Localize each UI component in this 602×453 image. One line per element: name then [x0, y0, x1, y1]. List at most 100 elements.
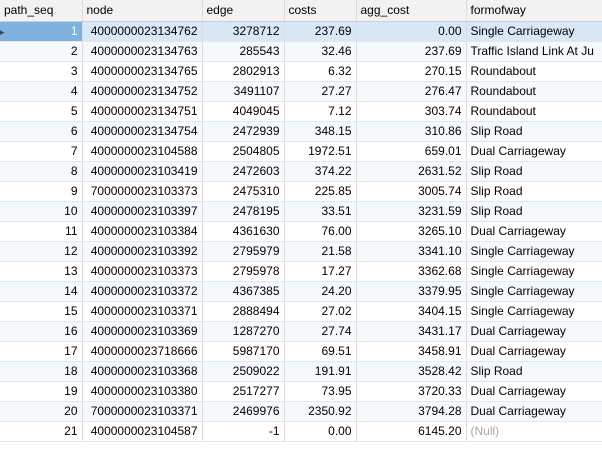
cell-node[interactable]: 4000000023103371 [82, 301, 203, 322]
table-row[interactable]: 1 4000000023134762 3278712 237.69 0.00 Single… [0, 21, 602, 42]
cell-agg-cost[interactable]: 3458.91 [356, 341, 467, 362]
cell-costs[interactable]: 69.51 [284, 341, 357, 362]
cell-edge[interactable]: 2509022 [202, 361, 285, 382]
table-row[interactable]: 5 4000000023134751 4049045 7.12 303.74 Rounda… [0, 101, 602, 122]
cell-costs[interactable]: 7.12 [284, 101, 357, 122]
cell-formofway[interactable]: Slip Road [466, 121, 602, 142]
cell-costs[interactable]: 27.74 [284, 321, 357, 342]
cell-path-seq[interactable]: 10 [0, 201, 83, 222]
table-row[interactable]: 16 4000000023103369 1287270 27.74 3431.17 Dua… [0, 321, 602, 342]
table-row[interactable]: 18 4000000023103368 2509022 191.91 3528.42 Sl… [0, 361, 602, 382]
cell-formofway[interactable]: Slip Road [466, 201, 602, 222]
column-header-agg-cost[interactable]: agg_cost [356, 0, 467, 22]
cell-path-seq[interactable]: 20 [0, 401, 83, 422]
cell-node[interactable]: 4000000023104588 [82, 141, 203, 162]
cell-costs[interactable]: 348.15 [284, 121, 357, 142]
cell-node[interactable]: 4000000023134751 [82, 101, 203, 122]
cell-costs[interactable]: 2350.92 [284, 401, 357, 422]
cell-edge[interactable]: 2475310 [202, 181, 285, 202]
cell-formofway[interactable]: Slip Road [466, 361, 602, 382]
cell-costs[interactable]: 73.95 [284, 381, 357, 402]
cell-node[interactable]: 4000000023104587 [82, 421, 203, 442]
cell-edge[interactable]: 2888494 [202, 301, 285, 322]
cell-costs[interactable]: 27.27 [284, 81, 357, 102]
cell-node[interactable]: 4000000023134754 [82, 121, 203, 142]
cell-formofway[interactable]: Slip Road [466, 181, 602, 202]
table-row[interactable]: 10 4000000023103397 2478195 33.51 3231.59 Sli… [0, 201, 602, 222]
cell-path-seq[interactable]: 13 [0, 261, 83, 282]
cell-edge[interactable]: 4367385 [202, 281, 285, 302]
cell-node[interactable]: 4000000023134765 [82, 61, 203, 82]
cell-formofway[interactable]: Single Carriageway [466, 261, 602, 282]
cell-formofway[interactable]: Dual Carriageway [466, 381, 602, 402]
cell-node[interactable]: 4000000023103397 [82, 201, 203, 222]
table-row[interactable]: 20 7000000023103371 2469976 2350.92 3794.28 D… [0, 401, 602, 422]
cell-node[interactable]: 4000000023718666 [82, 341, 203, 362]
table-row[interactable]: 12 4000000023103392 2795979 21.58 3341.10 Sin… [0, 241, 602, 262]
table-row[interactable]: 15 4000000023103371 2888494 27.02 3404.15 Sin… [0, 301, 602, 322]
table-row[interactable]: 7 4000000023104588 2504805 1972.51 659.01 Dua… [0, 141, 602, 162]
cell-edge[interactable]: -1 [202, 421, 285, 442]
cell-formofway[interactable]: Dual Carriageway [466, 321, 602, 342]
cell-agg-cost[interactable]: 3379.95 [356, 281, 467, 302]
cell-edge[interactable]: 4361630 [202, 221, 285, 242]
cell-edge[interactable]: 2795979 [202, 241, 285, 262]
cell-node[interactable]: 4000000023103384 [82, 221, 203, 242]
cell-agg-cost[interactable]: 270.15 [356, 61, 467, 82]
cell-node[interactable]: 4000000023103369 [82, 321, 203, 342]
table-row[interactable]: 14 4000000023103372 4367385 24.20 3379.95 Sin… [0, 281, 602, 302]
cell-agg-cost[interactable]: 237.69 [356, 41, 467, 62]
cell-node[interactable]: 4000000023134763 [82, 41, 203, 62]
table-row[interactable]: 21 4000000023104587 -1 0.00 6145.20 (Null) [0, 421, 602, 442]
cell-formofway[interactable]: Dual Carriageway [466, 141, 602, 162]
cell-edge[interactable]: 2795978 [202, 261, 285, 282]
cell-costs[interactable]: 237.69 [284, 21, 357, 42]
cell-formofway[interactable]: Traffic Island Link At Ju [466, 41, 602, 62]
cell-formofway[interactable]: Single Carriageway [466, 21, 602, 42]
column-header-formofway[interactable]: formofway [466, 0, 602, 22]
cell-path-seq[interactable]: 12 [0, 241, 83, 262]
table-row[interactable]: 8 4000000023103419 2472603 374.22 2631.52 Sli… [0, 161, 602, 182]
cell-path-seq[interactable]: 19 [0, 381, 83, 402]
cell-agg-cost[interactable]: 303.74 [356, 101, 467, 122]
table-row[interactable]: 6 4000000023134754 2472939 348.15 310.86 Slip… [0, 121, 602, 142]
cell-agg-cost[interactable]: 659.01 [356, 141, 467, 162]
cell-edge[interactable]: 2504805 [202, 141, 285, 162]
cell-agg-cost[interactable]: 0.00 [356, 21, 467, 42]
cell-edge[interactable]: 3491107 [202, 81, 285, 102]
cell-path-seq[interactable]: 18 [0, 361, 83, 382]
cell-agg-cost[interactable]: 2631.52 [356, 161, 467, 182]
cell-path-seq[interactable]: 6 [0, 121, 83, 142]
cell-path-seq[interactable]: 1 [0, 21, 83, 42]
cell-path-seq[interactable]: 11 [0, 221, 83, 242]
cell-path-seq[interactable]: 2 [0, 41, 83, 62]
cell-formofway[interactable]: Dual Carriageway [466, 341, 602, 362]
cell-path-seq[interactable]: 3 [0, 61, 83, 82]
table-row[interactable]: 2 4000000023134763 285543 32.46 237.69 Traffi… [0, 41, 602, 62]
cell-agg-cost[interactable]: 6145.20 [356, 421, 467, 442]
cell-path-seq[interactable]: 4 [0, 81, 83, 102]
cell-formofway[interactable]: Dual Carriageway [466, 221, 602, 242]
cell-path-seq[interactable]: 14 [0, 281, 83, 302]
cell-node[interactable]: 7000000023103371 [82, 401, 203, 422]
table-row[interactable]: 13 4000000023103373 2795978 17.27 3362.68 Sin… [0, 261, 602, 282]
cell-agg-cost[interactable]: 3794.28 [356, 401, 467, 422]
cell-edge[interactable]: 4049045 [202, 101, 285, 122]
cell-node[interactable]: 4000000023103373 [82, 261, 203, 282]
cell-edge[interactable]: 2802913 [202, 61, 285, 82]
cell-edge[interactable]: 285543 [202, 41, 285, 62]
cell-costs[interactable]: 191.91 [284, 361, 357, 382]
cell-costs[interactable]: 24.20 [284, 281, 357, 302]
cell-agg-cost[interactable]: 3362.68 [356, 261, 467, 282]
cell-costs[interactable]: 33.51 [284, 201, 357, 222]
cell-formofway[interactable]: Roundabout [466, 61, 602, 82]
cell-path-seq[interactable]: 15 [0, 301, 83, 322]
cell-costs[interactable]: 0.00 [284, 421, 357, 442]
cell-node[interactable]: 4000000023134752 [82, 81, 203, 102]
cell-agg-cost[interactable]: 310.86 [356, 121, 467, 142]
cell-edge[interactable]: 2472603 [202, 161, 285, 182]
cell-edge[interactable]: 2472939 [202, 121, 285, 142]
cell-path-seq[interactable]: 9 [0, 181, 83, 202]
table-row[interactable]: 3 4000000023134765 2802913 6.32 270.15 Rounda… [0, 61, 602, 82]
cell-node[interactable]: 4000000023103372 [82, 281, 203, 302]
